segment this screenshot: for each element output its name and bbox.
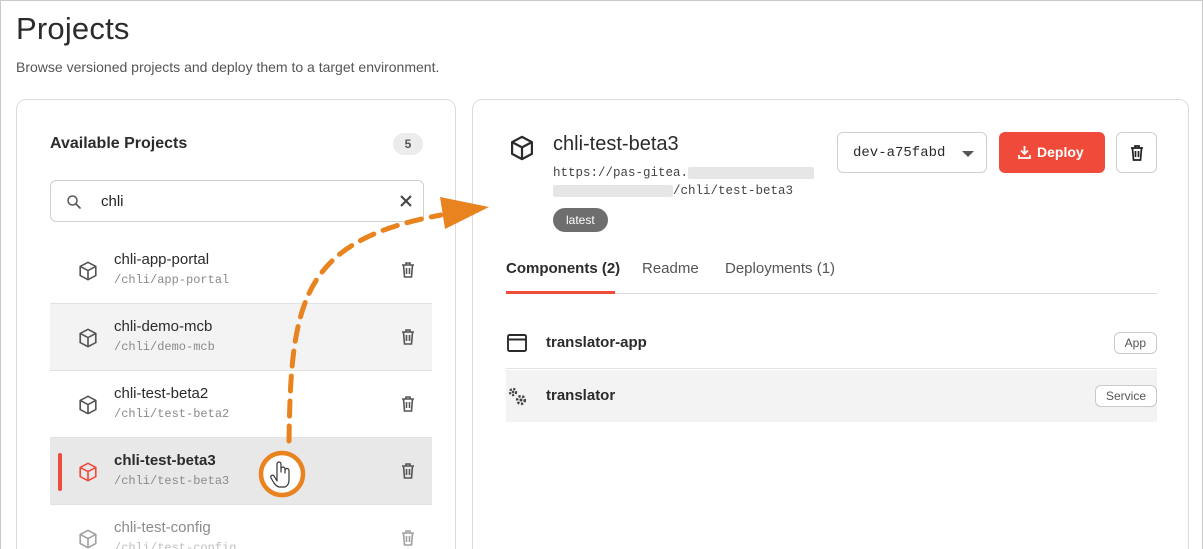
project-name: chli-demo-mcb xyxy=(114,318,213,335)
project-search-box[interactable] xyxy=(50,180,424,222)
app-frame: Projects Browse versioned projects and d… xyxy=(0,0,1203,549)
tab-readme[interactable]: Readme xyxy=(642,260,699,277)
cube-icon xyxy=(79,328,97,348)
cube-icon xyxy=(79,529,97,549)
page-subtitle: Browse versioned projects and deploy the… xyxy=(16,59,440,75)
search-input[interactable] xyxy=(101,190,371,212)
repo-url-suffix: /chli/test-beta3 xyxy=(673,184,794,198)
clear-search-icon[interactable] xyxy=(399,194,413,208)
delete-project-icon[interactable] xyxy=(400,261,416,279)
deploy-button[interactable]: Deploy xyxy=(999,132,1105,173)
project-detail-panel: chli-test-beta3 https://pas-gitea. /chli… xyxy=(472,99,1189,549)
project-list: chli-app-portal /chli/app-portal chli-de… xyxy=(50,237,432,549)
project-item-chli-app-portal[interactable]: chli-app-portal /chli/app-portal xyxy=(50,237,432,304)
gears-icon xyxy=(508,387,527,406)
redacted-text xyxy=(553,184,673,197)
project-path: /chli/app-portal xyxy=(114,273,230,287)
project-detail-title: chli-test-beta3 xyxy=(553,133,679,155)
deploy-button-label: Deploy xyxy=(1037,144,1084,160)
available-projects-title: Available Projects xyxy=(50,135,188,152)
project-item-chli-test-config[interactable]: chli-test-config /chli/test-config xyxy=(50,505,432,549)
active-tab-indicator xyxy=(506,291,615,294)
cube-icon xyxy=(510,135,534,161)
delete-project-icon[interactable] xyxy=(400,529,416,547)
project-path: /chli/test-config xyxy=(114,541,237,549)
search-icon xyxy=(67,195,81,209)
download-icon xyxy=(1018,146,1031,159)
repo-url-prefix: https://pas-gitea. xyxy=(553,166,689,180)
project-name: chli-test-config xyxy=(114,519,211,536)
delete-project-icon[interactable] xyxy=(400,395,416,413)
component-row-translator[interactable]: translator Service xyxy=(506,370,1157,422)
project-name: chli-test-beta3 xyxy=(114,452,216,469)
component-type-badge: App xyxy=(1113,332,1157,354)
cube-icon xyxy=(79,261,97,281)
version-select-value: dev-a75fabd xyxy=(853,145,946,161)
window-icon xyxy=(507,334,527,352)
project-count-badge: 5 xyxy=(393,133,423,155)
delete-project-button[interactable] xyxy=(1116,132,1157,173)
detail-tabs: Components (2) Readme Deployments (1) xyxy=(506,250,1157,294)
project-repo-url[interactable]: https://pas-gitea. /chli/test-beta3 xyxy=(553,164,815,200)
component-name: translator xyxy=(546,387,616,404)
component-name: translator-app xyxy=(546,334,647,351)
delete-project-icon[interactable] xyxy=(400,328,416,346)
trash-icon xyxy=(1131,145,1143,161)
component-type-badge: Service xyxy=(1094,385,1157,407)
project-path: /chli/test-beta2 xyxy=(114,407,230,421)
cube-icon xyxy=(79,395,97,415)
tab-deployments[interactable]: Deployments (1) xyxy=(725,260,835,277)
project-item-chli-test-beta3[interactable]: chli-test-beta3 /chli/test-beta3 xyxy=(50,438,432,505)
page-title: Projects xyxy=(16,11,130,46)
available-projects-panel: Available Projects 5 chli-app-portal /ch… xyxy=(16,99,456,549)
project-path: /chli/test-beta3 xyxy=(114,474,230,488)
project-item-chli-demo-mcb[interactable]: chli-demo-mcb /chli/demo-mcb xyxy=(50,304,432,371)
caret-down-icon xyxy=(962,151,974,157)
redacted-text xyxy=(688,166,815,179)
delete-project-icon[interactable] xyxy=(400,462,416,480)
cube-icon xyxy=(79,462,97,482)
version-select[interactable]: dev-a75fabd xyxy=(837,132,987,173)
project-name: chli-test-beta2 xyxy=(114,385,209,402)
latest-badge: latest xyxy=(553,208,608,232)
project-path: /chli/demo-mcb xyxy=(114,340,215,354)
component-row-translator-app[interactable]: translator-app App xyxy=(506,317,1157,369)
project-name: chli-app-portal xyxy=(114,251,210,268)
project-item-chli-test-beta2[interactable]: chli-test-beta2 /chli/test-beta2 xyxy=(50,371,432,438)
tab-components[interactable]: Components (2) xyxy=(506,260,620,277)
selected-indicator xyxy=(58,453,62,491)
